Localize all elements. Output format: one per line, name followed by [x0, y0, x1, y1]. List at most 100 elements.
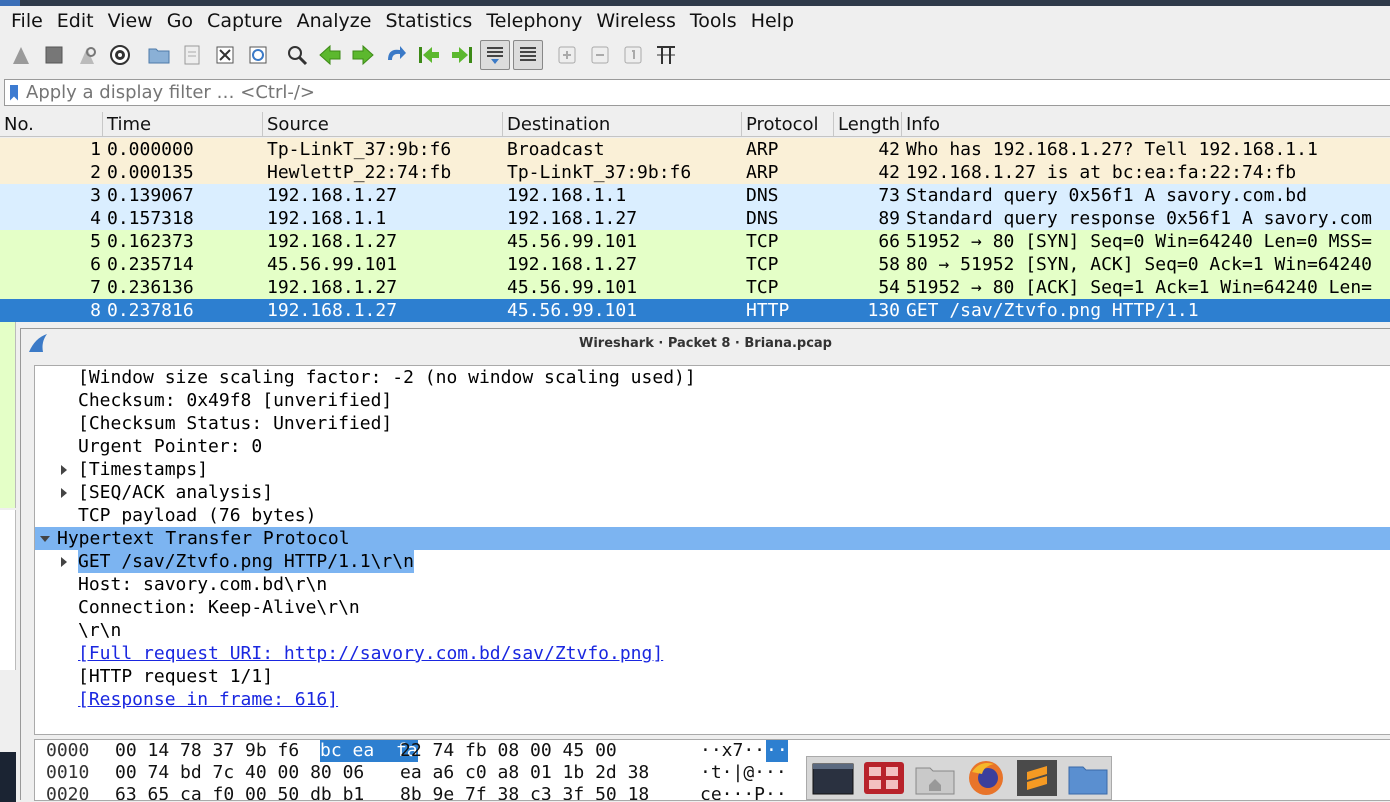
packet-list: 1 0.000000 Tp-LinkT_37:9b:f6 Broadcast ARP 42… [0, 138, 1390, 322]
menu-analyze[interactable]: Analyze [290, 10, 379, 32]
reload-file-icon[interactable] [243, 40, 273, 70]
packet-row[interactable]: 6 0.235714 45.56.99.101 192.168.1.27 TCP 58 80… [0, 253, 1390, 276]
menu-view[interactable]: View [101, 10, 160, 32]
zoom-out-icon[interactable] [585, 40, 615, 70]
go-to-packet-icon[interactable] [381, 40, 411, 70]
packet-row[interactable]: 4 0.157318 192.168.1.1 192.168.1.27 DNS 89 Sta… [0, 207, 1390, 230]
menu-telephony[interactable]: Telephony [479, 10, 589, 32]
sublime-text-icon[interactable] [1015, 758, 1059, 798]
tree-item[interactable]: Host: savory.com.bd\r\n [35, 573, 1390, 596]
tree-item[interactable]: [Response in frame: 616] [35, 688, 1390, 711]
filter-bookmark-icon[interactable] [10, 84, 18, 101]
packet-length-cell: 66 [878, 231, 900, 252]
save-file-icon[interactable] [177, 40, 207, 70]
packet-info-cell: 51952 → 80 [ACK] Seq=1 Ack=1 Win=64240 L… [906, 277, 1372, 298]
menu-capture[interactable]: Capture [200, 10, 290, 32]
tree-item-link[interactable]: [Full request URI: http://savory.com.bd/… [78, 642, 663, 665]
hex-row[interactable]: 0000 00 14 78 37 9b f6 bc ea fa 22 74 fb 08… [35, 740, 1390, 762]
tree-item[interactable]: GET /sav/Ztvfo.png HTTP/1.1\r\n [35, 550, 1390, 573]
tree-item-link[interactable]: [Response in frame: 616] [78, 688, 338, 711]
menu-go[interactable]: Go [160, 10, 200, 32]
find-packet-search-icon[interactable] [282, 40, 312, 70]
column-header-destination[interactable]: Destination [503, 112, 742, 136]
packet-row[interactable]: 3 0.139067 192.168.1.27 192.168.1.1 DNS 73 Sta… [0, 184, 1390, 207]
autoscroll-icon[interactable] [480, 40, 510, 70]
menu-wireless[interactable]: Wireless [589, 10, 683, 32]
column-header-no[interactable]: No. [0, 112, 103, 136]
go-forward-arrow-icon[interactable] [348, 40, 378, 70]
menu-statistics[interactable]: Statistics [378, 10, 479, 32]
capture-options-gear-icon[interactable] [105, 40, 135, 70]
stop-capture-icon[interactable] [39, 40, 69, 70]
tree-item[interactable]: [Timestamps] [35, 458, 1390, 481]
tree-item-label: GET /sav/Ztvfo.png HTTP/1.1\r\n [78, 550, 414, 573]
packet-protocol-cell: TCP [746, 277, 779, 298]
files-icon[interactable] [1066, 758, 1110, 798]
tree-item[interactable]: Checksum: 0x49f8 [unverified] [35, 389, 1390, 412]
terminal-icon[interactable] [811, 758, 855, 798]
column-header-source[interactable]: Source [263, 112, 503, 136]
resize-columns-icon[interactable] [651, 40, 681, 70]
firefox-icon[interactable] [964, 758, 1008, 798]
tree-item[interactable]: Connection: Keep-Alive\r\n [35, 596, 1390, 619]
packet-length-cell: 89 [878, 208, 900, 229]
go-back-arrow-icon[interactable] [315, 40, 345, 70]
packet-row[interactable]: 8 0.237816 192.168.1.27 45.56.99.101 HTTP 130… [0, 299, 1390, 322]
packet-row[interactable]: 7 0.236136 192.168.1.27 45.56.99.101 TCP 54 51… [0, 276, 1390, 299]
open-file-folder-icon[interactable] [144, 40, 174, 70]
tree-item[interactable]: [HTTP request 1/1] [35, 665, 1390, 688]
packet-destination-cell: 192.168.1.27 [507, 208, 638, 229]
packet-length-cell: 42 [878, 162, 900, 183]
column-header-length[interactable]: Length [834, 112, 902, 136]
first-packet-icon[interactable] [414, 40, 444, 70]
normal-size-icon[interactable] [618, 40, 648, 70]
tree-item-label: TCP payload (76 bytes) [78, 505, 317, 526]
column-header-time[interactable]: Time [103, 112, 263, 136]
packet-destination-cell: Tp-LinkT_37:9b:f6 [507, 162, 692, 183]
colorize-list-icon[interactable] [513, 40, 543, 70]
display-filter-input[interactable] [26, 82, 1326, 103]
menu-tools[interactable]: Tools [683, 10, 744, 32]
menu-file[interactable]: File [4, 10, 50, 32]
hex-row[interactable]: 0020 63 65 ca f0 00 50 db b1 8b 9e 7f 38 c… [35, 784, 1390, 801]
collapsed-arrow-icon[interactable] [61, 557, 67, 567]
hex-bytes: 63 65 ca f0 00 50 db b1 [115, 784, 365, 801]
menu-help[interactable]: Help [744, 10, 801, 32]
close-file-icon[interactable] [210, 40, 240, 70]
app-grid-icon[interactable] [862, 758, 906, 798]
dialog-titlebar[interactable]: Wireshark · Packet 8 · Briana.pcap [21, 329, 1390, 357]
tree-item[interactable]: Urgent Pointer: 0 [35, 435, 1390, 458]
packet-time-cell: 0.000135 [107, 162, 194, 183]
hex-row[interactable]: 0010 00 74 bd 7c 40 00 80 06 ea a6 c0 a8 0… [35, 762, 1390, 784]
start-capture-icon[interactable] [6, 40, 36, 70]
tree-item[interactable]: Hypertext Transfer Protocol [35, 527, 1390, 550]
packet-detail-tree: [Window size scaling factor: -2 (no wind… [34, 365, 1390, 735]
packet-time-cell: 0.237816 [107, 300, 194, 321]
tree-item[interactable]: \r\n [35, 619, 1390, 642]
packet-no-cell: 2 [90, 162, 101, 183]
restart-capture-icon[interactable] [72, 40, 102, 70]
collapsed-arrow-icon[interactable] [61, 465, 67, 475]
packet-row[interactable]: 1 0.000000 Tp-LinkT_37:9b:f6 Broadcast ARP 42… [0, 138, 1390, 161]
tree-item[interactable]: [Checksum Status: Unverified] [35, 412, 1390, 435]
packet-row[interactable]: 5 0.162373 192.168.1.27 45.56.99.101 TCP 66 51… [0, 230, 1390, 253]
packet-no-cell: 5 [90, 231, 101, 252]
packet-row[interactable]: 2 0.000135 HewlettP_22:74:fb Tp-LinkT_37:9b… [0, 161, 1390, 184]
zoom-in-icon[interactable] [552, 40, 582, 70]
packet-destination-cell: 192.168.1.27 [507, 254, 638, 275]
home-folder-icon[interactable] [913, 758, 957, 798]
collapsed-arrow-icon[interactable] [61, 488, 67, 498]
menu-edit[interactable]: Edit [50, 10, 101, 32]
last-packet-icon[interactable] [447, 40, 477, 70]
tree-item[interactable]: TCP payload (76 bytes) [35, 504, 1390, 527]
packet-info-cell: Standard query response 0x56f1 A savory.… [906, 208, 1372, 229]
hex-bytes: 8b 9e 7f 38 c3 3f 50 18 [400, 784, 650, 801]
tree-item[interactable]: [Full request URI: http://savory.com.bd/… [35, 642, 1390, 665]
tree-item[interactable]: [SEQ/ACK analysis] [35, 481, 1390, 504]
packet-no-cell: 8 [90, 300, 101, 321]
tree-item[interactable]: [Window size scaling factor: -2 (no wind… [35, 366, 1390, 389]
expanded-arrow-icon[interactable] [40, 536, 50, 542]
hex-ascii: ·t·|@··· [700, 762, 787, 783]
column-header-info[interactable]: Info [902, 112, 1390, 136]
column-header-protocol[interactable]: Protocol [742, 112, 834, 136]
